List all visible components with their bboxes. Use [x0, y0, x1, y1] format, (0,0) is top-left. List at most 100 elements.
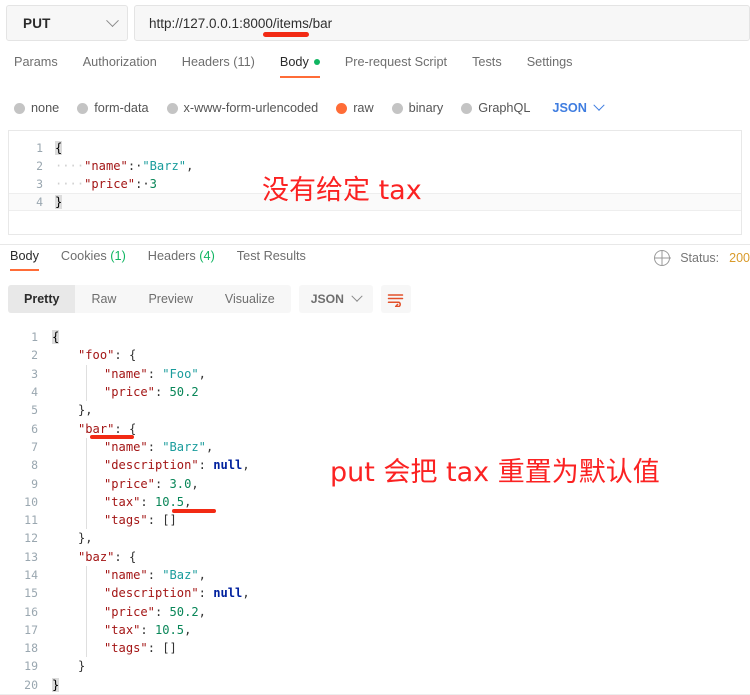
- code-token: ,: [242, 458, 250, 473]
- line-number: 10: [24, 494, 38, 509]
- response-tab-cookies[interactable]: Cookies (1): [61, 249, 126, 271]
- response-view-controls: Pretty Raw Preview Visualize JSON: [8, 285, 411, 313]
- response-tab-test-results[interactable]: Test Results: [237, 249, 306, 271]
- code-text: },: [52, 403, 93, 417]
- annotation-put-resets-tax: put 会把 tax 重置为默认值: [330, 457, 660, 488]
- response-tab-body[interactable]: Body: [10, 249, 39, 271]
- indent-guide: [86, 602, 87, 621]
- body-type-radio-x-www-form-urlencoded[interactable]: x-www-form-urlencoded: [166, 101, 318, 115]
- body-type-radio-form-data[interactable]: form-data: [77, 101, 149, 115]
- radio-icon: [166, 102, 178, 114]
- view-mode-raw[interactable]: Raw: [75, 285, 132, 313]
- code-line: 1{: [0, 328, 750, 346]
- request-body-type-row: none form-data x-www-form-urlencoded raw bin…: [0, 96, 750, 120]
- code-token: ····: [55, 159, 85, 173]
- response-tab-count: (1): [106, 249, 126, 263]
- code-line: 20}: [0, 676, 750, 694]
- request-tab-label: Headers (11): [181, 55, 255, 69]
- code-token: ,: [198, 568, 206, 582]
- code-token: "price": [84, 177, 136, 191]
- code-token: },: [78, 531, 93, 546]
- code-token: "name": [104, 366, 148, 381]
- line-number: 1: [36, 141, 43, 155]
- response-tab-headers[interactable]: Headers (4): [148, 249, 215, 271]
- code-token: "bar": [78, 421, 115, 436]
- line-number: 18: [24, 641, 38, 656]
- code-token: : {: [114, 421, 137, 436]
- response-body-code: 1{2 "foo": { 3 "name": "Foo", 4 "price": 50.2…: [0, 322, 750, 694]
- word-wrap-button[interactable]: [380, 285, 411, 313]
- http-method-value: PUT: [23, 15, 51, 31]
- code-token: 10.5: [154, 494, 185, 509]
- code-text: "name": "Baz",: [52, 568, 206, 582]
- code-token: },: [78, 403, 93, 418]
- body-type-radio-binary[interactable]: binary: [391, 101, 444, 115]
- request-tab-headers-11[interactable]: Headers (11): [182, 55, 255, 78]
- body-type-label: binary: [408, 101, 444, 115]
- request-format-select[interactable]: JSON: [552, 99, 605, 115]
- request-tab-authorization[interactable]: Authorization: [83, 55, 157, 78]
- code-token: ,: [242, 586, 250, 601]
- indent-guide: [86, 639, 87, 658]
- code-text: }: [52, 677, 60, 692]
- request-url-input[interactable]: http://127.0.0.1:8000/items/bar: [134, 5, 750, 41]
- request-tab-pre-request-script[interactable]: Pre-request Script: [345, 55, 447, 78]
- code-token: :: [154, 604, 170, 619]
- line-number: 6: [31, 421, 38, 436]
- code-text: "tax": 10.5,: [52, 495, 191, 509]
- response-tab-count: (4): [195, 249, 215, 263]
- line-number: 4: [36, 195, 43, 209]
- line-number: 3: [31, 366, 38, 381]
- request-tab-settings[interactable]: Settings: [527, 55, 573, 78]
- body-type-radio-raw[interactable]: raw: [336, 101, 374, 115]
- response-tab-label: Test Results: [236, 249, 306, 263]
- response-format-select[interactable]: JSON: [298, 285, 373, 313]
- code-line: 18 "tags": []: [0, 639, 750, 658]
- request-format-value: JSON: [552, 101, 587, 115]
- radio-icon: [391, 102, 403, 114]
- radio-icon: [77, 102, 89, 114]
- view-mode-preview[interactable]: Preview: [132, 285, 208, 313]
- view-mode-pretty[interactable]: Pretty: [8, 285, 76, 313]
- code-text: },: [52, 531, 93, 545]
- code-token: }: [78, 659, 86, 674]
- response-format-value: JSON: [310, 292, 344, 306]
- request-tab-body[interactable]: Body: [279, 55, 320, 78]
- request-tab-label: Settings: [526, 55, 573, 69]
- code-text: "price": 50.2,: [52, 605, 206, 619]
- code-line: 3 "name": "Foo",: [0, 364, 750, 383]
- view-mode-visualize[interactable]: Visualize: [209, 285, 291, 313]
- code-text: {: [52, 330, 60, 345]
- code-text: "bar": {: [52, 422, 136, 436]
- response-tabs: Body Cookies (1) Headers (4) Test Results: [0, 249, 750, 277]
- code-token: "Baz": [162, 568, 199, 582]
- body-type-radio-none[interactable]: none: [14, 101, 59, 115]
- http-method-select[interactable]: PUT: [6, 5, 128, 41]
- code-line: 14 "name": "Baz",: [0, 565, 750, 585]
- body-type-radio-graphql[interactable]: GraphQL: [461, 101, 530, 115]
- code-line: 15 "description": null,: [0, 584, 750, 603]
- url-annotation-underline: [263, 32, 309, 37]
- code-line: 19}: [0, 657, 750, 675]
- code-token: ,: [198, 366, 206, 381]
- code-text: "tax": 10.5,: [52, 623, 191, 637]
- bar-key-underline: [90, 435, 134, 439]
- code-line: 11 "tags": []: [0, 510, 750, 530]
- code-token: {: [55, 141, 63, 155]
- code-token: ,: [184, 622, 192, 637]
- code-text: ····"name":·"Barz",: [55, 159, 193, 173]
- code-token: "Foo": [162, 366, 199, 381]
- code-line: 2 "foo": {: [0, 346, 750, 364]
- request-tab-params[interactable]: Params: [14, 55, 58, 78]
- line-number: 4: [31, 385, 38, 400]
- response-body-viewer[interactable]: 1{2 "foo": { 3 "name": "Foo", 4 "price": 50.2…: [0, 322, 750, 695]
- request-tab-tests[interactable]: Tests: [472, 55, 502, 78]
- line-number: 7: [31, 439, 38, 454]
- radio-icon: [14, 102, 25, 114]
- code-text: "tags": []: [52, 513, 177, 527]
- view-mode-label: Pretty: [24, 292, 60, 306]
- code-token: 10.5: [154, 622, 185, 637]
- section-divider: [0, 244, 750, 245]
- request-tab-label: Body: [279, 55, 309, 69]
- code-token: :: [198, 458, 214, 473]
